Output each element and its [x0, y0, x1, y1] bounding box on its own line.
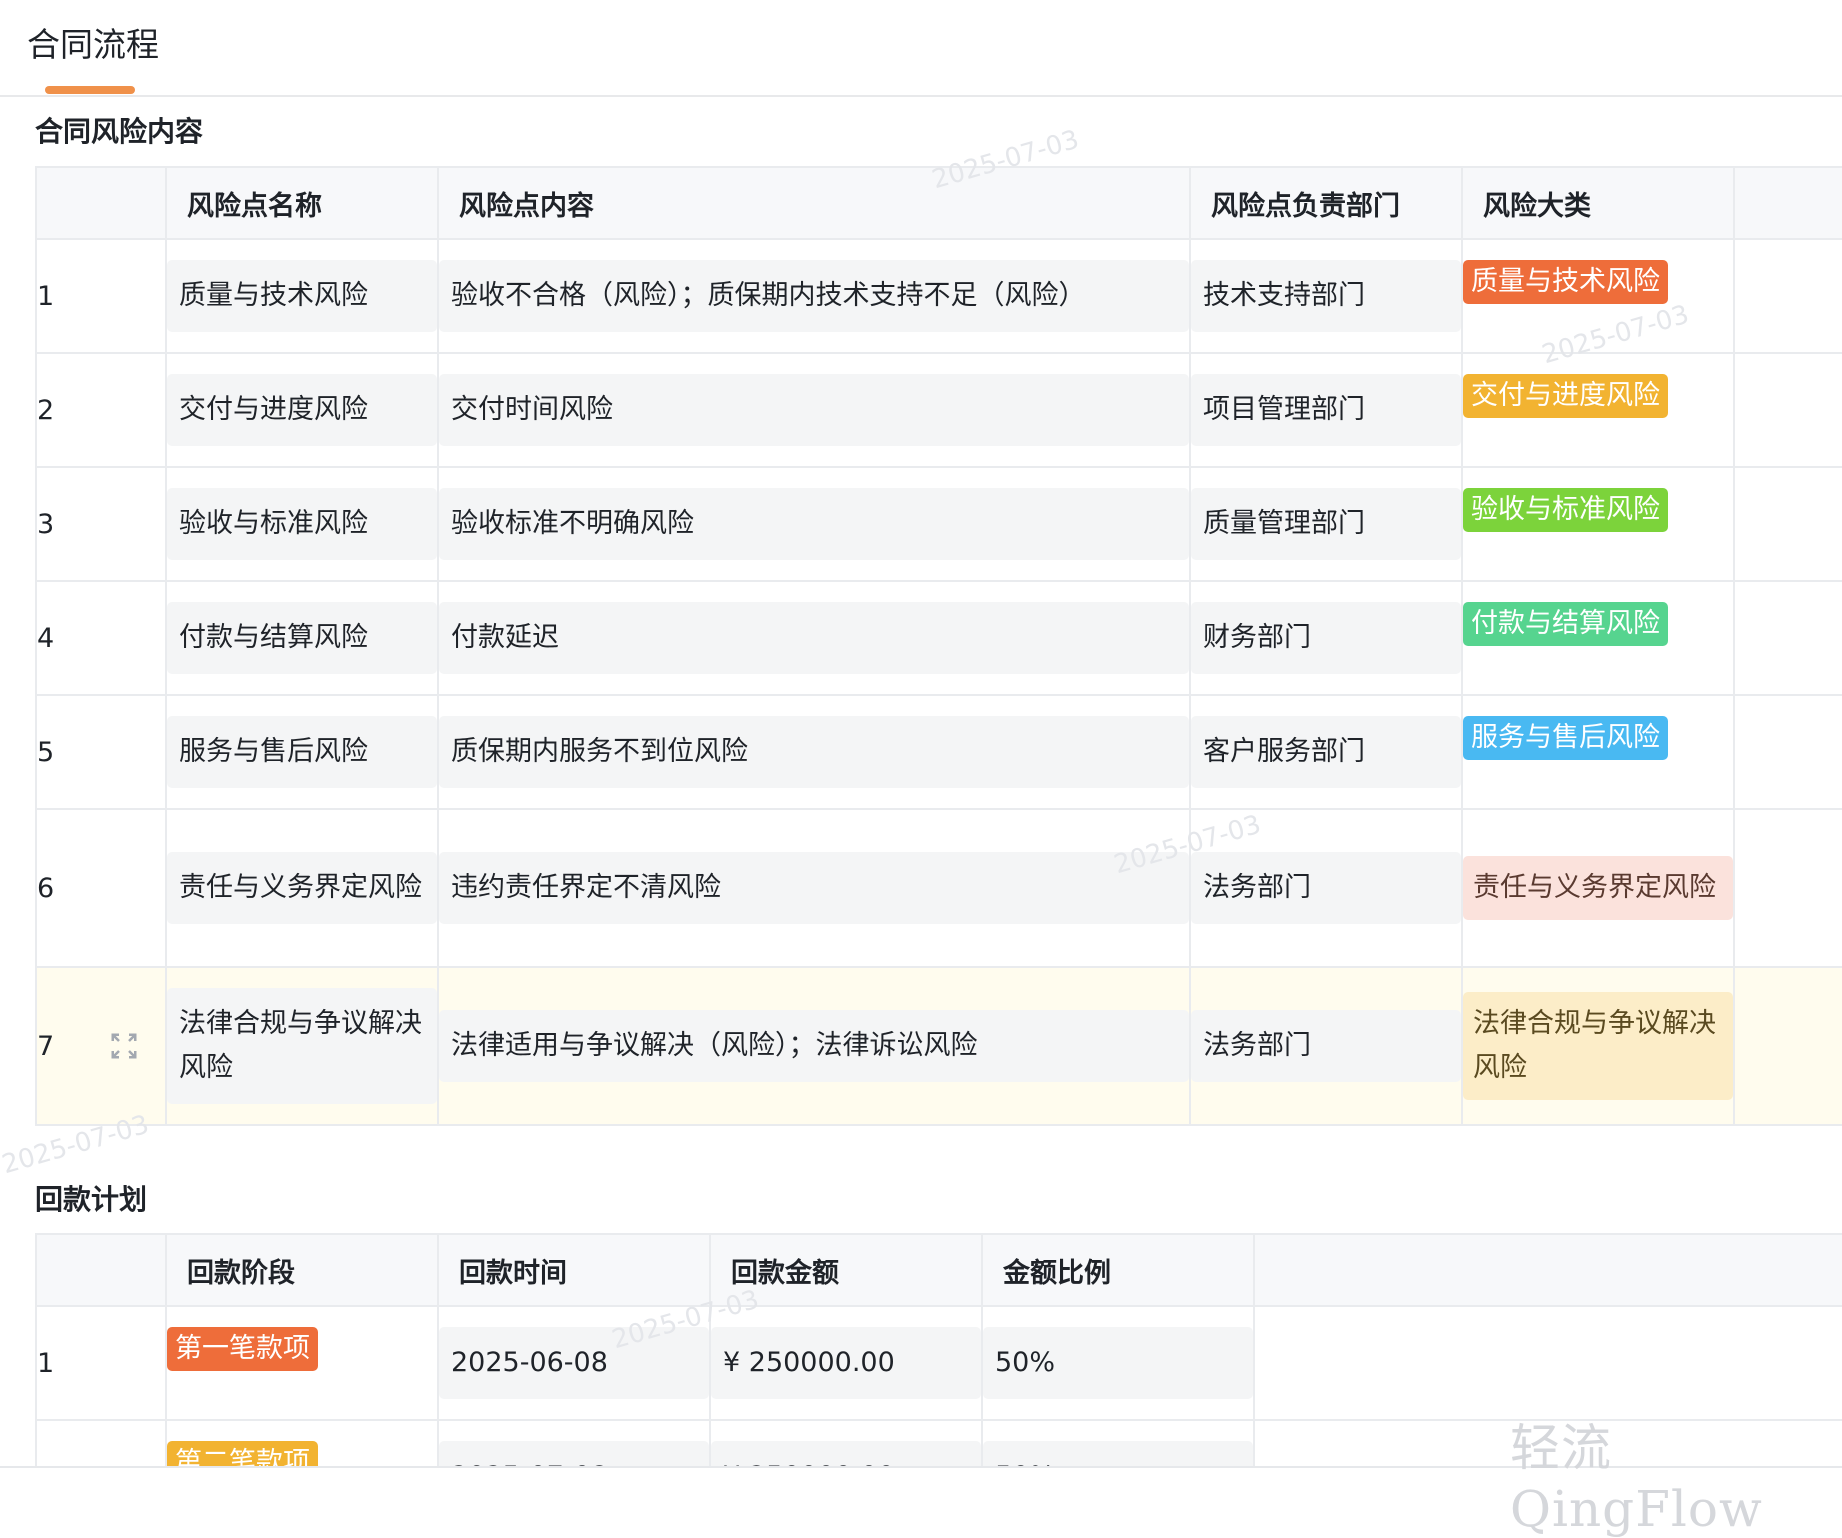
table-row[interactable]: 5 服务与售后风险 质保期内服务不到位风险 客户服务部门 服务与售后风险: [35, 694, 1842, 810]
payment-header-amount: 回款金额: [709, 1233, 983, 1307]
payment-date-field[interactable]: 2025-07-08: [439, 1441, 709, 1466]
row-index: 3: [35, 466, 167, 582]
table-row[interactable]: 1 质量与技术风险 验收不合格（风险）；质保期内技术支持不足（风险） 技术支持部…: [35, 238, 1842, 354]
risk-name-field[interactable]: 付款与结算风险: [167, 602, 437, 674]
risk-header-index: [35, 166, 167, 240]
risk-content-field[interactable]: 付款延迟: [439, 602, 1189, 674]
row-index: 7: [37, 1030, 55, 1062]
table-row[interactable]: 2 交付与进度风险 交付时间风险 项目管理部门 交付与进度风险: [35, 352, 1842, 468]
payment-section-title: 回款计划: [35, 1183, 148, 1216]
row-index: 6: [35, 808, 167, 968]
row-index: 2: [35, 1419, 167, 1466]
qingflow-logo: 轻流QingFlow: [1510, 1419, 1763, 1538]
risk-dept-field[interactable]: 财务部门: [1191, 602, 1461, 674]
risk-name-field[interactable]: 服务与售后风险: [167, 716, 437, 788]
table-row[interactable]: 4 付款与结算风险 付款延迟 财务部门 付款与结算风险: [35, 580, 1842, 696]
payment-header-stage: 回款阶段: [165, 1233, 439, 1307]
risk-dept-field[interactable]: 项目管理部门: [1191, 374, 1461, 446]
risk-name-field[interactable]: 质量与技术风险: [167, 260, 437, 332]
table-row[interactable]: 6 责任与义务界定风险 违约责任界定不清风险 法务部门 责任与义务界定风险: [35, 808, 1842, 968]
table-row[interactable]: 7 法律合规与争议解决风险 法律适用与争议解决（风险）；法律诉讼风险 法务部门 …: [35, 966, 1842, 1126]
risk-dept-field[interactable]: 法务部门: [1191, 852, 1461, 924]
risk-content-field[interactable]: 交付时间风险: [439, 374, 1189, 446]
table-row[interactable]: 3 验收与标准风险 验收标准不明确风险 质量管理部门 验收与标准风险: [35, 466, 1842, 582]
risk-header-name: 风险点名称: [165, 166, 439, 240]
risk-dept-field[interactable]: 技术支持部门: [1191, 260, 1461, 332]
risk-category-tag: 责任与义务界定风险: [1463, 856, 1733, 920]
payment-table-header: 回款阶段 回款时间 回款金额 金额比例: [35, 1233, 1842, 1307]
risk-dept-field[interactable]: 质量管理部门: [1191, 488, 1461, 560]
payment-stage-tag: 第一笔款项: [167, 1327, 318, 1371]
risk-section-title: 合同风险内容: [35, 115, 204, 148]
payment-ratio-field[interactable]: 50%: [983, 1327, 1253, 1399]
payment-ratio-field[interactable]: 50%: [983, 1441, 1253, 1466]
payment-header-date: 回款时间: [437, 1233, 711, 1307]
risk-header-blank: [1733, 166, 1842, 240]
risk-table-header: 风险点名称 风险点内容 风险点负责部门 风险大类: [35, 166, 1842, 240]
payment-header-index: [35, 1233, 167, 1307]
risk-header-dept: 风险点负责部门: [1189, 166, 1463, 240]
risk-dept-field[interactable]: 客户服务部门: [1191, 716, 1461, 788]
risk-category-tag: 质量与技术风险: [1463, 260, 1668, 304]
risk-content-field[interactable]: 法律适用与争议解决（风险）；法律诉讼风险: [439, 1010, 1189, 1082]
expand-row-icon[interactable]: [109, 1031, 139, 1061]
risk-category-tag: 验收与标准风险: [1463, 488, 1668, 532]
risk-dept-field[interactable]: 法务部门: [1191, 1010, 1461, 1082]
risk-content-field[interactable]: 验收不合格（风险）；质保期内技术支持不足（风险）: [439, 260, 1189, 332]
risk-name-field[interactable]: 交付与进度风险: [167, 374, 437, 446]
risk-content-field[interactable]: 验收标准不明确风险: [439, 488, 1189, 560]
table-row[interactable]: 1 第一笔款项 2025-06-08 ¥ 250000.00 50%: [35, 1305, 1842, 1421]
row-index: 4: [35, 580, 167, 696]
payment-stage-tag: 第二笔款项: [167, 1441, 318, 1466]
payment-header-blank: [1253, 1233, 1842, 1307]
risk-category-tag: 法律合规与争议解决风险: [1463, 992, 1733, 1100]
row-index: 1: [35, 1305, 167, 1421]
content-area: 合同风险内容 风险点名称 风险点内容 风险点负责部门 风险大类 1 质量与技术风…: [0, 0, 1842, 1466]
risk-name-field[interactable]: 法律合规与争议解决风险: [167, 988, 437, 1104]
row-index: 5: [35, 694, 167, 810]
row-index: 1: [35, 238, 167, 354]
payment-amount-field[interactable]: ¥ 250000.00: [711, 1327, 981, 1399]
risk-category-tag: 交付与进度风险: [1463, 374, 1668, 418]
payment-header-ratio: 金额比例: [981, 1233, 1255, 1307]
risk-header-category: 风险大类: [1461, 166, 1735, 240]
row-index: 2: [35, 352, 167, 468]
risk-content-field[interactable]: 质保期内服务不到位风险: [439, 716, 1189, 788]
risk-table: 风险点名称 风险点内容 风险点负责部门 风险大类 1 质量与技术风险 验收不合格…: [35, 166, 1842, 1126]
payment-date-field[interactable]: 2025-06-08: [439, 1327, 709, 1399]
risk-content-field[interactable]: 违约责任界定不清风险: [439, 852, 1189, 924]
payment-amount-field[interactable]: ¥ 250000.00: [711, 1441, 981, 1466]
risk-name-field[interactable]: 责任与义务界定风险: [167, 852, 437, 924]
risk-name-field[interactable]: 验收与标准风险: [167, 488, 437, 560]
risk-category-tag: 付款与结算风险: [1463, 602, 1668, 646]
risk-header-content: 风险点内容: [437, 166, 1191, 240]
risk-category-tag: 服务与售后风险: [1463, 716, 1668, 760]
